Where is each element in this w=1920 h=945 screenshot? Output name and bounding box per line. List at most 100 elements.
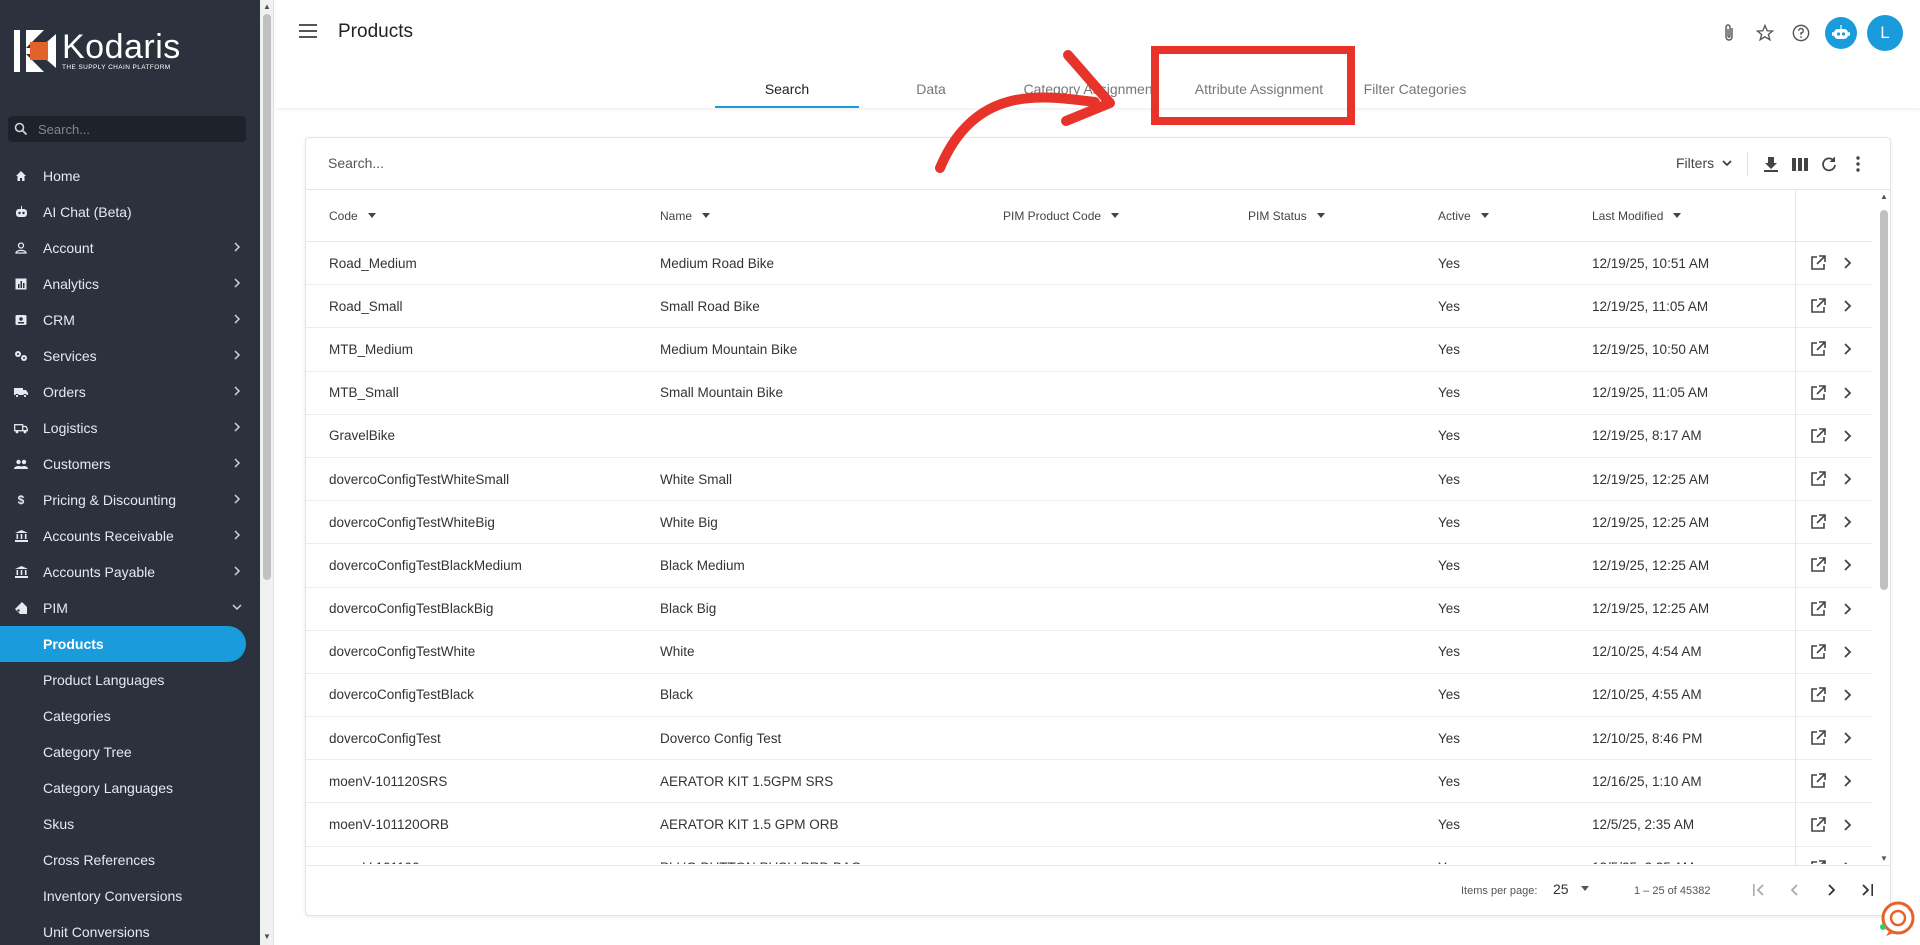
grid-scrollbar-thumb[interactable] bbox=[1880, 210, 1888, 590]
chat-support-icon[interactable] bbox=[1878, 900, 1916, 938]
open-in-new-icon[interactable] bbox=[1808, 296, 1828, 316]
open-in-new-icon[interactable] bbox=[1808, 642, 1828, 662]
open-in-new-icon[interactable] bbox=[1808, 685, 1828, 705]
sidebar-subitem-product-languages[interactable]: Product Languages bbox=[0, 662, 260, 698]
sidebar-item-ai-chat[interactable]: AI Chat (Beta) bbox=[0, 194, 260, 230]
sidebar-scrollbar[interactable]: ▲ ▼ bbox=[260, 0, 274, 945]
help-icon[interactable] bbox=[1789, 21, 1813, 45]
download-icon[interactable] bbox=[1761, 154, 1781, 174]
chevron-right-icon[interactable] bbox=[1837, 253, 1857, 273]
table-row[interactable]: Road_Small Small Road Bike Yes 12/19/25, 11… bbox=[306, 285, 1872, 329]
sidebar-subitem-category-tree[interactable]: Category Tree bbox=[0, 734, 260, 770]
ai-assistant-button[interactable] bbox=[1825, 17, 1857, 49]
sidebar-item-accounts-receivable[interactable]: Accounts Receivable bbox=[0, 518, 260, 554]
column-header-pim-status[interactable]: PIM Status bbox=[1248, 190, 1325, 241]
sidebar-subitem-category-languages[interactable]: Category Languages bbox=[0, 770, 260, 806]
tab-data[interactable]: Data bbox=[859, 70, 1003, 108]
sidebar-item-services[interactable]: Services bbox=[0, 338, 260, 374]
chevron-right-icon[interactable] bbox=[1837, 728, 1857, 748]
chevron-right-icon[interactable] bbox=[1837, 339, 1857, 359]
open-in-new-icon[interactable] bbox=[1808, 858, 1828, 864]
scroll-down-arrow-icon[interactable]: ▼ bbox=[1879, 854, 1889, 863]
last-page-icon[interactable] bbox=[1855, 878, 1879, 902]
sidebar-item-customers[interactable]: Customers bbox=[0, 446, 260, 482]
table-row[interactable]: moenV-101120SRS AERATOR KIT 1.5GPM SRS Yes… bbox=[306, 760, 1872, 804]
sidebar-item-crm[interactable]: CRM bbox=[0, 302, 260, 338]
refresh-icon[interactable] bbox=[1819, 154, 1839, 174]
chevron-right-icon[interactable] bbox=[1837, 469, 1857, 489]
open-in-new-icon[interactable] bbox=[1808, 512, 1828, 532]
next-page-icon[interactable] bbox=[1819, 878, 1843, 902]
first-page-icon[interactable] bbox=[1747, 878, 1771, 902]
table-row[interactable]: dovercoConfigTestBlack Black Yes 12/10/25, … bbox=[306, 674, 1872, 718]
tab-search[interactable]: Search bbox=[715, 70, 859, 108]
open-in-new-icon[interactable] bbox=[1808, 469, 1828, 489]
table-row[interactable]: dovercoConfigTestWhiteBig White Big Yes 12/… bbox=[306, 501, 1872, 545]
chevron-right-icon[interactable] bbox=[1837, 555, 1857, 575]
sidebar-subitem-categories[interactable]: Categories bbox=[0, 698, 260, 734]
chevron-right-icon[interactable] bbox=[1837, 771, 1857, 791]
grid-scrollbar[interactable]: ▲ ▼ bbox=[1878, 190, 1890, 865]
chevron-right-icon[interactable] bbox=[1837, 642, 1857, 662]
sidebar-item-pim[interactable]: PIM bbox=[0, 590, 260, 626]
chevron-right-icon[interactable] bbox=[1837, 858, 1857, 864]
sidebar-item-orders[interactable]: Orders bbox=[0, 374, 260, 410]
table-row[interactable]: moenV-101100 PLUG BUTTON PUSH PRD BAG Yes 1… bbox=[306, 847, 1872, 864]
chevron-right-icon[interactable] bbox=[1837, 685, 1857, 705]
sidebar-subitem-cross-references[interactable]: Cross References bbox=[0, 842, 260, 878]
more-vert-icon[interactable] bbox=[1848, 154, 1868, 174]
grid-search-input[interactable]: Search... bbox=[328, 155, 384, 171]
table-row[interactable]: Road_Medium Medium Road Bike Yes 12/19/25, … bbox=[306, 242, 1872, 286]
chevron-right-icon[interactable] bbox=[1837, 512, 1857, 532]
chevron-right-icon[interactable] bbox=[1837, 599, 1857, 619]
column-header-last-modified[interactable]: Last Modified bbox=[1592, 190, 1682, 241]
sidebar-item-home[interactable]: Home bbox=[0, 158, 260, 194]
column-header-code[interactable]: Code bbox=[329, 190, 376, 241]
open-in-new-icon[interactable] bbox=[1808, 599, 1828, 619]
table-row[interactable]: dovercoConfigTest Doverco Config Test Yes 1… bbox=[306, 717, 1872, 761]
column-header-active[interactable]: Active bbox=[1438, 190, 1489, 241]
open-in-new-icon[interactable] bbox=[1808, 728, 1828, 748]
table-row[interactable]: dovercoConfigTestBlackMedium Black Medium… bbox=[306, 544, 1872, 588]
sidebar-item-logistics[interactable]: Logistics bbox=[0, 410, 260, 446]
kodaris-logo[interactable]: Kodaris THE SUPPLY CHAIN PLATFORM bbox=[14, 30, 181, 72]
items-per-page-select[interactable]: 25 bbox=[1553, 881, 1589, 897]
sidebar-item-accounts-payable[interactable]: Accounts Payable bbox=[0, 554, 260, 590]
sidebar-subitem-products[interactable]: Products bbox=[0, 626, 246, 662]
menu-icon[interactable] bbox=[299, 24, 317, 38]
column-header-name[interactable]: Name bbox=[660, 190, 711, 241]
chevron-right-icon[interactable] bbox=[1837, 296, 1857, 316]
previous-page-icon[interactable] bbox=[1783, 878, 1807, 902]
open-in-new-icon[interactable] bbox=[1808, 383, 1828, 403]
open-in-new-icon[interactable] bbox=[1808, 253, 1828, 273]
open-in-new-icon[interactable] bbox=[1808, 426, 1828, 446]
chevron-right-icon[interactable] bbox=[1837, 426, 1857, 446]
sidebar-item-account[interactable]: Account bbox=[0, 230, 260, 266]
sidebar-item-pricing[interactable]: $ Pricing & Discounting bbox=[0, 482, 260, 518]
table-row[interactable]: moenV-101120ORB AERATOR KIT 1.5 GPM ORB Ye… bbox=[306, 803, 1872, 847]
chevron-right-icon[interactable] bbox=[1837, 815, 1857, 835]
open-in-new-icon[interactable] bbox=[1808, 771, 1828, 791]
scroll-up-arrow-icon[interactable]: ▲ bbox=[1879, 192, 1889, 201]
sidebar-subitem-inventory-conversions[interactable]: Inventory Conversions bbox=[0, 878, 260, 914]
scroll-down-arrow-icon[interactable]: ▼ bbox=[262, 932, 272, 942]
table-row[interactable]: MTB_Medium Medium Mountain Bike Yes 12/19/2… bbox=[306, 328, 1872, 372]
columns-icon[interactable] bbox=[1790, 154, 1810, 174]
sidebar-subitem-unit-conversions[interactable]: Unit Conversions bbox=[0, 914, 260, 945]
tab-filter-categories[interactable]: Filter Categories bbox=[1341, 70, 1489, 108]
open-in-new-icon[interactable] bbox=[1808, 815, 1828, 835]
sidebar-scrollbar-thumb[interactable] bbox=[263, 14, 271, 580]
sidebar-search-input[interactable]: Search... bbox=[8, 116, 246, 142]
tab-category-assignment[interactable]: Category Assignment bbox=[1003, 70, 1177, 108]
scroll-up-arrow-icon[interactable]: ▲ bbox=[262, 2, 272, 12]
sidebar-item-analytics[interactable]: Analytics bbox=[0, 266, 260, 302]
table-row[interactable]: GravelBike Yes 12/19/25, 8:17 AM bbox=[306, 415, 1872, 458]
open-in-new-icon[interactable] bbox=[1808, 555, 1828, 575]
open-in-new-icon[interactable] bbox=[1808, 339, 1828, 359]
tab-attribute-assignment[interactable]: Attribute Assignment bbox=[1177, 70, 1341, 108]
column-header-pim-product-code[interactable]: PIM Product Code bbox=[1003, 190, 1120, 241]
attachment-icon[interactable] bbox=[1717, 21, 1741, 45]
avatar[interactable]: L bbox=[1867, 15, 1903, 51]
filters-button[interactable]: Filters bbox=[1676, 155, 1732, 171]
table-row[interactable]: MTB_Small Small Mountain Bike Yes 12/19/25,… bbox=[306, 372, 1872, 415]
